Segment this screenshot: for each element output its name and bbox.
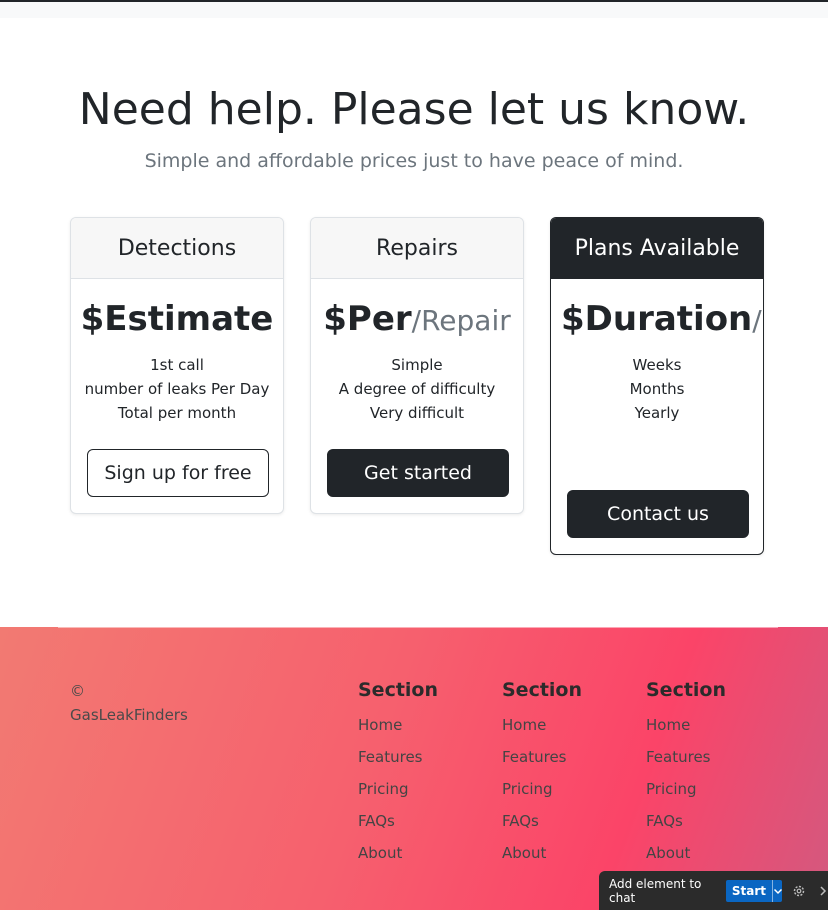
card-header: Plans Available bbox=[551, 218, 763, 279]
price-amount: $Duration bbox=[561, 299, 753, 339]
footer-section: Section Home Features Pricing FAQs About bbox=[646, 677, 776, 869]
footer-link-home[interactable]: Home bbox=[358, 716, 402, 734]
footer-link-home[interactable]: Home bbox=[502, 716, 546, 734]
feature-item: A degree of difficulty bbox=[338, 380, 496, 399]
feature-item: Total per month bbox=[117, 404, 237, 423]
footer-link-faqs[interactable]: FAQs bbox=[502, 812, 539, 830]
feature-item: Very difficult bbox=[369, 404, 465, 423]
feature-list: Simple A degree of difficulty Very diffi… bbox=[311, 353, 523, 425]
gear-icon[interactable] bbox=[792, 884, 806, 898]
card-header: Repairs bbox=[311, 218, 523, 279]
footer: © GasLeakFinders Section Home Features P… bbox=[0, 627, 828, 910]
footer-section-title: Section bbox=[358, 679, 439, 701]
footer-link-faqs[interactable]: FAQs bbox=[646, 812, 683, 830]
toolbar-label: Add element to chat bbox=[609, 876, 702, 905]
feature-list: Weeks Months Yearly bbox=[551, 353, 763, 425]
footer-link-pricing[interactable]: Pricing bbox=[502, 780, 553, 798]
start-button-group: Start bbox=[725, 879, 782, 902]
chevron-right-icon[interactable] bbox=[818, 885, 828, 897]
price-unit: /Repair bbox=[411, 304, 511, 337]
price-unit: /mo bbox=[752, 304, 763, 337]
footer-link-features[interactable]: Features bbox=[502, 748, 567, 766]
footer-link-home[interactable]: Home bbox=[646, 716, 690, 734]
feature-item: number of leaks Per Day bbox=[84, 380, 270, 399]
card-price: $Duration/mo bbox=[551, 297, 763, 341]
footer-divider bbox=[58, 627, 778, 628]
footer-section-title: Section bbox=[646, 679, 727, 701]
footer-link-faqs[interactable]: FAQs bbox=[358, 812, 395, 830]
footer-section: Section Home Features Pricing FAQs About bbox=[502, 677, 632, 869]
feature-item: Yearly bbox=[634, 404, 680, 423]
contact-us-button[interactable]: Contact us bbox=[567, 490, 749, 538]
footer-section-title: Section bbox=[502, 679, 583, 701]
pricing-card-detections: Detections $Estimate 1st call number of … bbox=[70, 217, 284, 514]
pricing-card-plans: Plans Available $Duration/mo Weeks Month… bbox=[550, 217, 764, 555]
footer-link-about[interactable]: About bbox=[358, 844, 402, 862]
footer-link-features[interactable]: Features bbox=[646, 748, 711, 766]
feature-item: Months bbox=[629, 380, 685, 399]
get-started-button[interactable]: Get started bbox=[327, 449, 509, 497]
feature-item: Simple bbox=[391, 356, 443, 375]
footer-link-pricing[interactable]: Pricing bbox=[646, 780, 697, 798]
price-amount: $Per bbox=[323, 299, 412, 339]
footer-link-about[interactable]: About bbox=[646, 844, 690, 862]
price-amount: $Estimate bbox=[80, 299, 274, 339]
footer-link-pricing[interactable]: Pricing bbox=[358, 780, 409, 798]
page-title: Need help. Please let us know. bbox=[78, 84, 750, 135]
add-element-to-chat-toolbar: Add element to chat Start bbox=[599, 871, 828, 910]
footer-section: Section Home Features Pricing FAQs About bbox=[358, 677, 488, 869]
card-price: $Estimate bbox=[71, 297, 283, 341]
chevron-down-icon[interactable] bbox=[772, 879, 782, 902]
start-button[interactable]: Start bbox=[726, 880, 772, 902]
card-header: Detections bbox=[71, 218, 283, 279]
sign-up-button[interactable]: Sign up for free bbox=[87, 449, 269, 497]
footer-link-features[interactable]: Features bbox=[358, 748, 423, 766]
pricing-card-repairs: Repairs $Per/Repair Simple A degree of d… bbox=[310, 217, 524, 514]
page-subtitle: Simple and affordable prices just to hav… bbox=[144, 150, 684, 172]
feature-item: 1st call bbox=[150, 356, 204, 375]
copyright: © GasLeakFinders bbox=[70, 682, 188, 724]
top-strip bbox=[0, 2, 828, 18]
card-price: $Per/Repair bbox=[311, 297, 523, 341]
feature-list: 1st call number of leaks Per Day Total p… bbox=[71, 353, 283, 425]
feature-item: Weeks bbox=[632, 356, 682, 375]
footer-link-about[interactable]: About bbox=[502, 844, 546, 862]
